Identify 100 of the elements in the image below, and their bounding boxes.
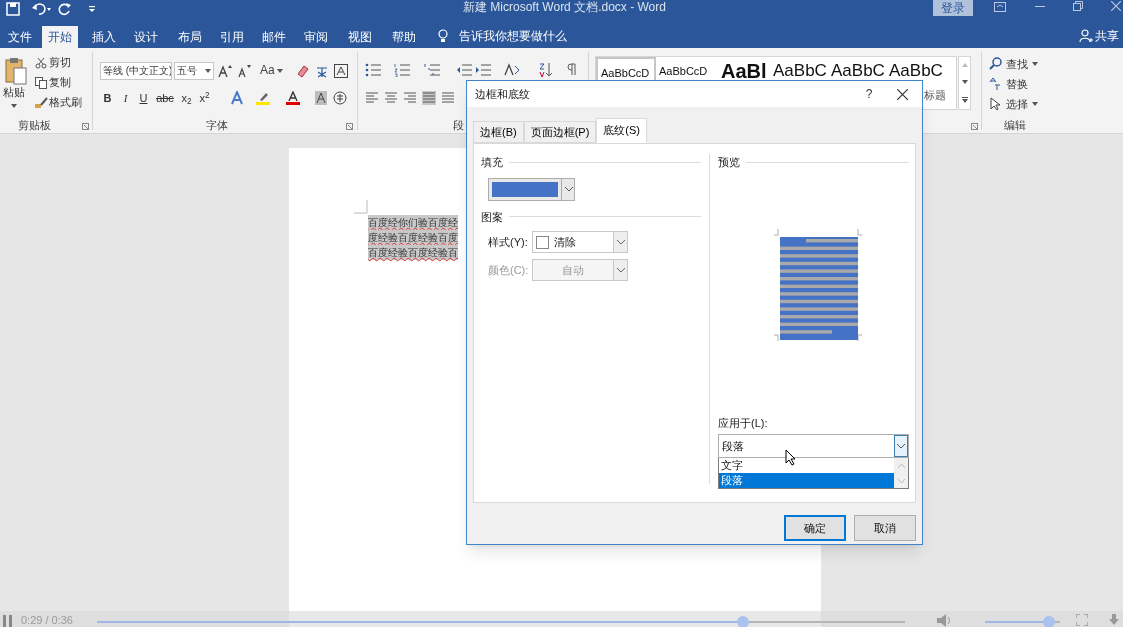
- list-option[interactable]: 文字: [719, 458, 894, 473]
- menu-tab[interactable]: 文件: [2, 26, 38, 48]
- grow-font-icon[interactable]: [218, 64, 232, 78]
- menu-tab[interactable]: 开始: [42, 26, 78, 48]
- character-border-icon[interactable]: [334, 64, 348, 78]
- menu-tab[interactable]: 插入: [86, 26, 122, 48]
- more-icon[interactable]: [961, 96, 968, 103]
- menu-tab[interactable]: 审阅: [298, 26, 334, 48]
- playback-time: 0:29 / 0:36: [21, 614, 73, 627]
- close-icon[interactable]: [897, 88, 908, 100]
- format-button[interactable]: B: [100, 90, 115, 106]
- dropdown-arrow-icon[interactable]: [277, 69, 283, 73]
- paste-button[interactable]: 粘贴: [3, 86, 25, 99]
- highlighter-icon[interactable]: [256, 91, 270, 105]
- format-painter-button[interactable]: 格式刷: [49, 96, 82, 109]
- dialog-button[interactable]: 取消: [854, 515, 916, 541]
- menu-tab[interactable]: 设计: [128, 26, 164, 48]
- copy-button[interactable]: 复制: [49, 76, 71, 89]
- dropdown-arrow-icon: [205, 69, 211, 73]
- scroll-down-icon[interactable]: [961, 80, 968, 84]
- ribbon-display-icon[interactable]: [994, 2, 1006, 12]
- format-button[interactable]: I: [118, 90, 133, 106]
- pointer-icon: [989, 96, 1002, 111]
- sort-icon[interactable]: [538, 62, 552, 78]
- menu-tab[interactable]: 邮件: [256, 26, 292, 48]
- scissors-icon[interactable]: [35, 57, 47, 69]
- dialog-launcher-icon[interactable]: [971, 123, 978, 130]
- dialog-tab[interactable]: 底纹(S): [596, 118, 647, 143]
- editing-button[interactable]: 查找: [989, 56, 1038, 71]
- volume-slider[interactable]: [985, 616, 1060, 627]
- style-item[interactable]: AaBl: [718, 57, 770, 85]
- font-size-field[interactable]: 五号: [174, 62, 214, 80]
- dropdown-arrow-icon[interactable]: [11, 104, 17, 108]
- eraser-icon[interactable]: [296, 64, 310, 78]
- format-button[interactable]: U: [136, 90, 151, 106]
- bullets-icon[interactable]: [365, 63, 382, 77]
- undo-icon[interactable]: [31, 2, 53, 16]
- style-item[interactable]: AaBbC: [886, 57, 942, 85]
- dialog-tab[interactable]: 页面边框(P): [523, 121, 597, 143]
- menu-tab[interactable]: 引用: [214, 26, 250, 48]
- list-option[interactable]: 段落: [719, 473, 894, 488]
- apply-to-dropdown[interactable]: 段落: [718, 434, 909, 458]
- dialog-title: 边框和底纹: [475, 86, 531, 102]
- phonetic-guide-icon[interactable]: [315, 64, 329, 78]
- redo-icon[interactable]: [58, 2, 72, 16]
- character-shading-icon[interactable]: [315, 91, 327, 105]
- volume-thumb[interactable]: [1042, 616, 1055, 627]
- style-item[interactable]: AaBbC: [770, 57, 828, 85]
- restore-icon[interactable]: [1073, 1, 1083, 11]
- menu-tab[interactable]: 布局: [172, 26, 208, 48]
- dialog-button[interactable]: 确定: [784, 515, 846, 541]
- multilevel-list-icon[interactable]: [424, 63, 441, 77]
- pause-icon[interactable]: [3, 615, 13, 627]
- style-dropdown[interactable]: 清除: [532, 231, 628, 253]
- style-item[interactable]: AaBbC: [828, 57, 886, 85]
- fill-color-dropdown[interactable]: [488, 177, 575, 201]
- apply-to-list[interactable]: 文字 段落: [718, 458, 909, 489]
- show-marks-icon[interactable]: [566, 63, 578, 77]
- help-button[interactable]: ?: [859, 85, 879, 103]
- enclosed-character-icon[interactable]: [333, 91, 347, 105]
- increase-indent-icon[interactable]: [475, 63, 492, 77]
- field-label: 应用于(L):: [718, 415, 769, 431]
- lightbulb-icon[interactable]: [438, 29, 448, 43]
- mouse-cursor-icon: [785, 449, 796, 466]
- save-icon[interactable]: [6, 2, 20, 16]
- chevron-down-icon: [616, 267, 625, 273]
- decrease-indent-icon[interactable]: [456, 63, 473, 77]
- section-label: 填充: [481, 155, 503, 170]
- style-item[interactable]: AaBbCcD: [656, 57, 718, 85]
- font-color-icon[interactable]: [286, 91, 300, 105]
- chinese-layout-icon[interactable]: [503, 63, 521, 77]
- paintbrush-icon[interactable]: [34, 97, 48, 109]
- progress-slider[interactable]: [97, 616, 905, 627]
- margin-corner-mark: [354, 200, 368, 214]
- menu-tab[interactable]: 视图: [342, 26, 378, 48]
- format-button[interactable]: x$_{2}$: [179, 90, 194, 106]
- gallery-scroll[interactable]: [958, 56, 971, 110]
- shrink-font-icon[interactable]: [237, 64, 251, 78]
- window-title: 新建 Microsoft Word 文档.docx - Word: [463, 0, 666, 14]
- progress-thumb[interactable]: [737, 616, 750, 627]
- dialog-launcher-icon[interactable]: [82, 123, 89, 130]
- menu-tab[interactable]: 帮助: [386, 26, 422, 48]
- customize-icon[interactable]: [88, 5, 96, 13]
- person-icon[interactable]: [1079, 29, 1093, 43]
- paste-icon[interactable]: [4, 56, 28, 86]
- copy-icon[interactable]: [35, 77, 47, 89]
- cut-button[interactable]: 剪切: [49, 56, 71, 69]
- field-label: 颜色(C):: [488, 262, 530, 278]
- dialog-tab[interactable]: 边框(B): [473, 121, 524, 143]
- format-button[interactable]: abc: [154, 90, 176, 106]
- text-effects-icon[interactable]: [230, 91, 244, 105]
- change-case-button[interactable]: Aa: [260, 63, 275, 77]
- dialog-launcher-icon[interactable]: [346, 123, 353, 130]
- editing-button[interactable]: 替换: [989, 76, 1038, 91]
- share-button[interactable]: 共享: [1095, 28, 1119, 44]
- editing-button[interactable]: 选择: [989, 96, 1038, 111]
- format-button[interactable]: x$^{2}$: [197, 90, 212, 106]
- font-name-field[interactable]: 等线 (中文正文): [100, 62, 172, 80]
- sign-in-button[interactable]: 登录: [933, 0, 973, 16]
- tell-me-search[interactable]: 告诉我你想要做什么: [459, 29, 567, 43]
